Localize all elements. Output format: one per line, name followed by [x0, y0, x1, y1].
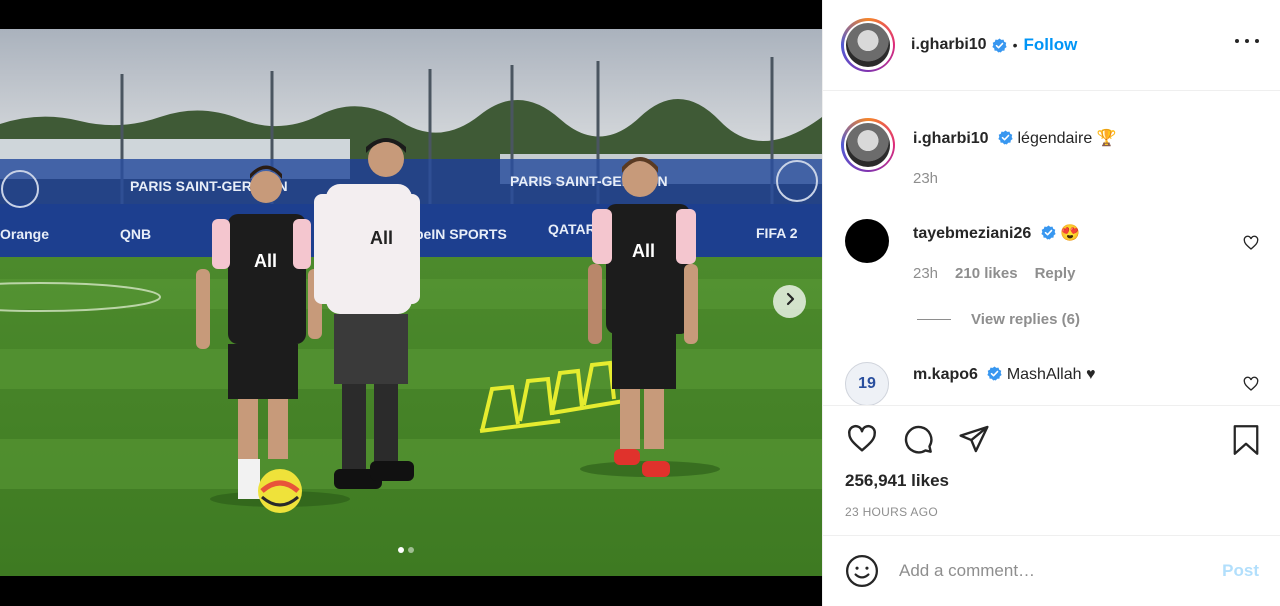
commenter-username[interactable]: tayebmeziani26	[913, 225, 1031, 242]
caption-body: i.gharbi10 légendaire 🏆	[913, 128, 1243, 148]
verified-badge-icon	[1041, 225, 1056, 240]
replies-divider	[917, 319, 951, 320]
carousel-dot-active	[398, 547, 404, 553]
comment-likes[interactable]: 210 likes	[955, 265, 1018, 282]
header-separator: •	[1012, 37, 1018, 53]
comment-meta: 23h 210 likes Reply	[913, 265, 1075, 282]
caption-meta: 23h	[913, 170, 938, 187]
training-photo: PARIS SAINT-GERMAIN PARIS SAINT-GERMAIN …	[0, 29, 822, 576]
comments-list[interactable]: i.gharbi10 légendaire 🏆 23h tayebmeziani…	[823, 92, 1280, 405]
caption-time[interactable]: 23h	[913, 170, 938, 187]
svg-text:All: All	[632, 241, 655, 261]
commenter-avatar[interactable]	[845, 219, 889, 263]
likes-count[interactable]: 256,941 likes	[845, 471, 949, 491]
svg-text:QNB: QNB	[120, 226, 151, 242]
post-photo[interactable]: PARIS SAINT-GERMAIN PARIS SAINT-GERMAIN …	[0, 29, 822, 576]
svg-text:FIFA 2: FIFA 2	[756, 225, 798, 241]
view-replies-label: View replies (6)	[971, 311, 1080, 328]
emoji-icon[interactable]	[845, 554, 879, 588]
post-comment-button[interactable]: Post	[1222, 561, 1259, 581]
author-avatar[interactable]	[841, 18, 895, 72]
comment-text: MashAllah ♥	[1006, 366, 1096, 383]
comment-time[interactable]: 23h	[913, 265, 938, 282]
caption-text: légendaire 🏆	[1017, 130, 1117, 147]
add-comment-bar: Post	[823, 535, 1280, 606]
chevron-right-icon	[783, 292, 797, 311]
caption-avatar[interactable]	[841, 118, 895, 172]
more-options-icon[interactable]	[1235, 36, 1259, 46]
verified-badge-icon	[991, 37, 1007, 53]
svg-text:All: All	[254, 251, 277, 271]
comment-reply-button[interactable]: Reply	[1035, 265, 1076, 282]
avatar-jersey-number: 19	[858, 375, 876, 392]
comment-input[interactable]	[899, 561, 1199, 581]
carousel-next-button[interactable]	[773, 285, 806, 318]
commenter-username[interactable]: m.kapo6	[913, 366, 978, 383]
comment-body: tayebmeziani26 😍	[913, 223, 1243, 243]
instagram-post-modal: PARIS SAINT-GERMAIN PARIS SAINT-GERMAIN …	[0, 0, 1280, 606]
caption-avatar-image	[846, 123, 890, 167]
follow-button[interactable]: Follow	[1023, 35, 1077, 55]
author-username[interactable]: i.gharbi10	[911, 36, 987, 54]
comment-like-heart-icon[interactable]	[1243, 376, 1259, 397]
author-avatar-image	[846, 23, 890, 67]
carousel-dot	[408, 547, 414, 553]
post-details-panel: i.gharbi10 • Follow i.gharbi10 légendair…	[822, 0, 1280, 606]
media-viewer: PARIS SAINT-GERMAIN PARIS SAINT-GERMAIN …	[0, 0, 822, 606]
svg-text:beIN SPORTS: beIN SPORTS	[415, 226, 507, 242]
svg-text:QATAR: QATAR	[548, 221, 596, 237]
svg-text:All: All	[370, 228, 393, 248]
bookmark-icon[interactable]	[1231, 423, 1261, 462]
comment-body: m.kapo6 MashAllah ♥	[913, 366, 1243, 384]
comment-text: 😍	[1060, 225, 1081, 242]
post-header: i.gharbi10 • Follow	[823, 0, 1280, 91]
carousel-indicator	[398, 547, 414, 553]
commenter-avatar[interactable]: 19	[845, 362, 889, 405]
action-buttons	[845, 423, 991, 455]
verified-badge-icon	[998, 130, 1013, 145]
view-replies-button[interactable]: View replies (6)	[917, 311, 1080, 328]
verified-badge-icon	[987, 366, 1002, 381]
caption-username[interactable]: i.gharbi10	[913, 130, 989, 147]
heart-icon[interactable]	[845, 423, 879, 455]
comment-like-heart-icon[interactable]	[1243, 235, 1259, 256]
post-timestamp[interactable]: 23 HOURS AGO	[845, 505, 938, 519]
svg-text:Orange: Orange	[0, 226, 49, 242]
comment-icon[interactable]	[901, 423, 935, 455]
paper-plane-icon[interactable]	[957, 423, 991, 455]
post-actions: 256,941 likes 23 HOURS AGO	[823, 405, 1280, 535]
